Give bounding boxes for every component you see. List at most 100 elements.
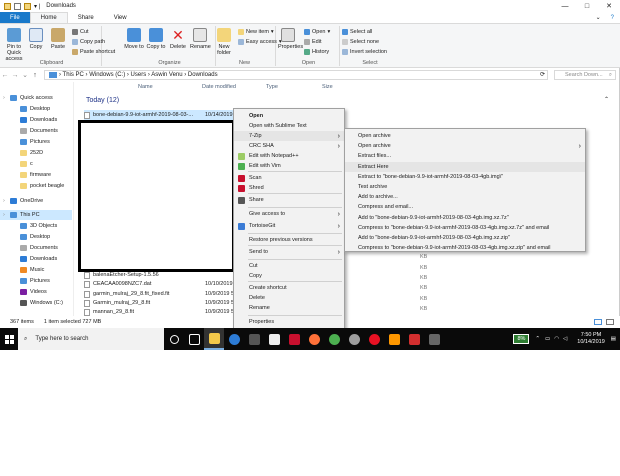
group-header-today[interactable]: Today (12)	[86, 97, 119, 104]
properties-icon[interactable]	[14, 2, 21, 10]
nav-item[interactable]: › OneDrive	[0, 196, 72, 206]
column-size[interactable]: Size	[322, 84, 333, 90]
nav-item[interactable]: Pictures	[0, 276, 72, 286]
nav-item[interactable]: Documents	[0, 243, 72, 253]
context-menu-item[interactable]: 7-Zip ›	[234, 131, 344, 141]
context-menu-item[interactable]: Open with Sublime Text	[234, 121, 344, 131]
nav-item[interactable]: Documents	[0, 126, 72, 136]
mail-icon[interactable]	[264, 328, 284, 350]
delete-button[interactable]: ✕ Delete	[168, 28, 188, 50]
nav-item[interactable]: c	[0, 159, 72, 169]
sublime-icon[interactable]	[384, 328, 404, 350]
select-all-button[interactable]: Select all	[342, 29, 372, 35]
new-folder-button[interactable]: New folder	[214, 28, 234, 56]
nav-item[interactable]: 3D Objects	[0, 221, 72, 231]
nav-item[interactable]: Downloads	[0, 115, 72, 125]
tray-overflow-icon[interactable]: ⌃	[535, 336, 540, 342]
app-red-icon[interactable]	[404, 328, 424, 350]
context-menu-item[interactable]: Open	[234, 111, 344, 121]
zip-menu-item[interactable]: Extract Here	[345, 161, 585, 172]
open-button[interactable]: Open ▾	[304, 29, 330, 35]
new-item-button[interactable]: New item ▾	[238, 29, 274, 35]
expand-arrow-icon[interactable]: ›	[3, 198, 5, 204]
store-icon[interactable]	[244, 328, 264, 350]
up-icon[interactable]: ↑	[30, 72, 40, 79]
wifi-icon[interactable]: ◠	[554, 336, 559, 342]
properties-button[interactable]: Properties	[278, 28, 303, 50]
taskbar-search[interactable]: ⌕ Type here to search	[18, 328, 164, 350]
context-menu-item[interactable]: CRC SHA ›	[234, 141, 344, 151]
mcafee-icon[interactable]	[284, 328, 304, 350]
zip-menu-item[interactable]: Extract to "bone-debian-9.9-iot-armhf-20…	[345, 172, 585, 182]
expand-arrow-icon[interactable]: ›	[3, 212, 5, 218]
nav-item[interactable]: Music	[0, 265, 72, 275]
file-row[interactable]: CEACAA0098NZC7.dat 10/10/2019 7:...	[84, 279, 243, 289]
pin-quick-access-button[interactable]: Pin to Quick access	[4, 28, 24, 62]
zip-menu-item[interactable]: Compress to "bone-debian-9.9-iot-armhf-2…	[345, 223, 585, 233]
opera-icon[interactable]	[364, 328, 384, 350]
nav-item[interactable]: › This PC	[0, 210, 72, 220]
context-menu-item[interactable]: Rename	[234, 303, 344, 313]
start-button[interactable]	[0, 328, 18, 350]
zip-menu-item[interactable]: Compress to "bone-debian-9.9-iot-armhf-2…	[345, 243, 585, 253]
maximize-button[interactable]: □	[576, 0, 598, 12]
zip-menu-item[interactable]: Open archive	[345, 131, 585, 141]
help-icon[interactable]: ?	[605, 12, 620, 23]
battery-indicator[interactable]: 8%	[513, 334, 530, 344]
tab-share[interactable]: Share	[68, 12, 104, 23]
notification-icon[interactable]: ▤	[611, 336, 616, 342]
zip-menu-item[interactable]: Add to "bone-debian-9.9-iot-armhf-2019-0…	[345, 213, 585, 223]
nav-item[interactable]: Windows (C:)	[0, 298, 72, 308]
firefox-icon[interactable]	[304, 328, 324, 350]
nav-item[interactable]: › Quick access	[0, 93, 72, 103]
refresh-icon[interactable]: ⟳	[540, 71, 545, 78]
zip-menu-item[interactable]: Compress and email...	[345, 202, 585, 212]
context-menu-item[interactable]: Create shortcut	[234, 283, 344, 293]
paste-shortcut-button[interactable]: Paste shortcut	[72, 49, 115, 55]
nav-item[interactable]: Pictures	[0, 137, 72, 147]
context-menu-item[interactable]: Cut	[234, 261, 344, 271]
context-menu-item[interactable]: Share	[234, 195, 344, 205]
column-name[interactable]: Name	[138, 84, 153, 90]
copy-to-button[interactable]: Copy to	[146, 28, 166, 50]
column-date[interactable]: Date modified	[202, 84, 236, 90]
file-explorer-icon[interactable]	[204, 328, 224, 350]
context-menu-item[interactable]: Restore previous versions	[234, 235, 344, 245]
nav-item[interactable]: pocket beagle	[0, 181, 72, 191]
details-view-icon[interactable]	[594, 319, 602, 325]
copy-path-button[interactable]: Copy path	[72, 39, 105, 45]
select-none-button[interactable]: Select none	[342, 39, 379, 45]
zip-menu-item[interactable]: Extract files...	[345, 151, 585, 161]
context-menu-item[interactable]: Shred	[234, 183, 344, 193]
cut-button[interactable]: Cut	[72, 29, 89, 35]
rename-button[interactable]: Rename	[190, 28, 211, 50]
close-button[interactable]: ✕	[598, 0, 620, 12]
forward-icon[interactable]: →	[10, 72, 20, 79]
edge-icon[interactable]	[224, 328, 244, 350]
zip-menu-item[interactable]: Add to "bone-debian-9.9-iot-armhf-2019-0…	[345, 233, 585, 243]
recent-chevron-icon[interactable]: ⌄	[20, 71, 30, 79]
context-menu-item[interactable]: Edit with Vim	[234, 161, 344, 171]
file-row[interactable]: bone-debian-9.9-iot-armhf-2019-08-03-...…	[84, 110, 244, 120]
move-to-button[interactable]: Move to	[124, 28, 144, 50]
nav-item[interactable]: 252D	[0, 148, 72, 158]
nav-item[interactable]: firmware	[0, 170, 72, 180]
context-menu-item[interactable]: Send to ›	[234, 247, 344, 257]
zip-menu-item[interactable]: Test archive	[345, 182, 585, 192]
tab-file[interactable]: File	[0, 12, 30, 23]
zip-menu-item[interactable]: Add to archive...	[345, 192, 585, 202]
expand-arrow-icon[interactable]: ›	[3, 95, 5, 101]
easy-access-button[interactable]: Easy access ▾	[238, 39, 282, 45]
settings-icon[interactable]	[344, 328, 364, 350]
nav-item[interactable]: Desktop	[0, 104, 72, 114]
ribbon-expand-icon[interactable]: ⌄	[592, 12, 605, 23]
history-button[interactable]: History	[304, 49, 329, 55]
nav-item[interactable]: Videos	[0, 287, 72, 297]
back-icon[interactable]: ←	[0, 72, 10, 79]
volume-icon[interactable]: ◁	[563, 336, 567, 342]
context-menu-item[interactable]: Give access to ›	[234, 209, 344, 219]
context-menu-item[interactable]: Delete	[234, 293, 344, 303]
context-menu-item[interactable]: Scan	[234, 173, 344, 183]
new-folder-icon[interactable]	[24, 2, 31, 10]
context-menu-item[interactable]: TortoiseGit ›	[234, 221, 344, 231]
